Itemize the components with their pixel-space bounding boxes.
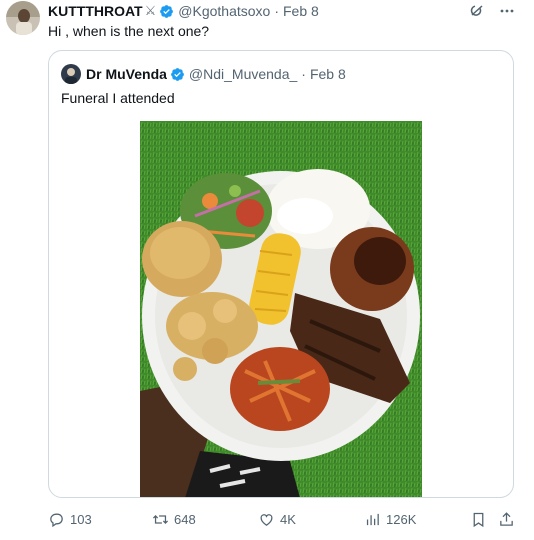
grok-icon[interactable] [468,2,486,20]
bookmark-button[interactable] [470,508,487,530]
quoted-tweet-text: Funeral I attended [61,90,175,106]
swords-emoji: ⚔ [144,3,157,18]
quoted-tweet-header: Dr MuVenda @Ndi_Muvenda_ · Feb 8 [61,64,346,84]
quoted-author-avatar [61,64,81,84]
like-icon [260,513,273,526]
reply-button[interactable]: 103 [48,508,92,530]
quoted-tweet-timestamp: Feb 8 [309,66,346,82]
author-handle[interactable]: @Kgothatsoxo [178,3,270,19]
like-count: 4K [280,511,296,527]
share-button[interactable] [498,508,515,530]
like-button[interactable]: 4K [258,508,296,530]
author-avatar[interactable] [6,1,40,35]
tweet-top-actions [468,2,516,20]
quoted-author-handle: @Ndi_Muvenda_ [188,66,298,82]
tweet-timestamp[interactable]: Feb 8 [283,3,319,19]
tweet-text: Hi , when is the next one? [48,23,210,39]
share-icon [500,511,513,526]
tweet: KUTTTHROAT ⚔ @Kgothatsoxo · Feb 8 Hi , w… [0,0,534,540]
repost-icon [152,514,169,524]
food-plate-photo[interactable] [140,121,422,497]
reply-count: 103 [70,511,92,527]
author-name[interactable]: KUTTTHROAT [48,3,143,19]
tweet-actions-bar: 103 648 4K 126K [48,508,518,530]
views-icon [366,513,379,525]
verified-badge-icon [170,67,185,82]
quoted-author-name: Dr MuVenda [86,66,167,82]
repost-count: 648 [174,511,196,527]
repost-button[interactable]: 648 [152,508,196,530]
quoted-tweet[interactable]: Dr MuVenda @Ndi_Muvenda_ · Feb 8 Funeral… [48,50,514,498]
separator-dot: · [274,3,279,19]
verified-badge-icon [159,4,174,19]
more-icon[interactable] [498,2,516,20]
bookmark-icon [473,512,484,527]
separator-dot: · [301,66,306,82]
views-count: 126K [386,511,417,527]
tweet-header: KUTTTHROAT ⚔ @Kgothatsoxo · Feb 8 [48,3,319,19]
views-button[interactable]: 126K [364,508,416,530]
reply-icon [50,513,63,527]
